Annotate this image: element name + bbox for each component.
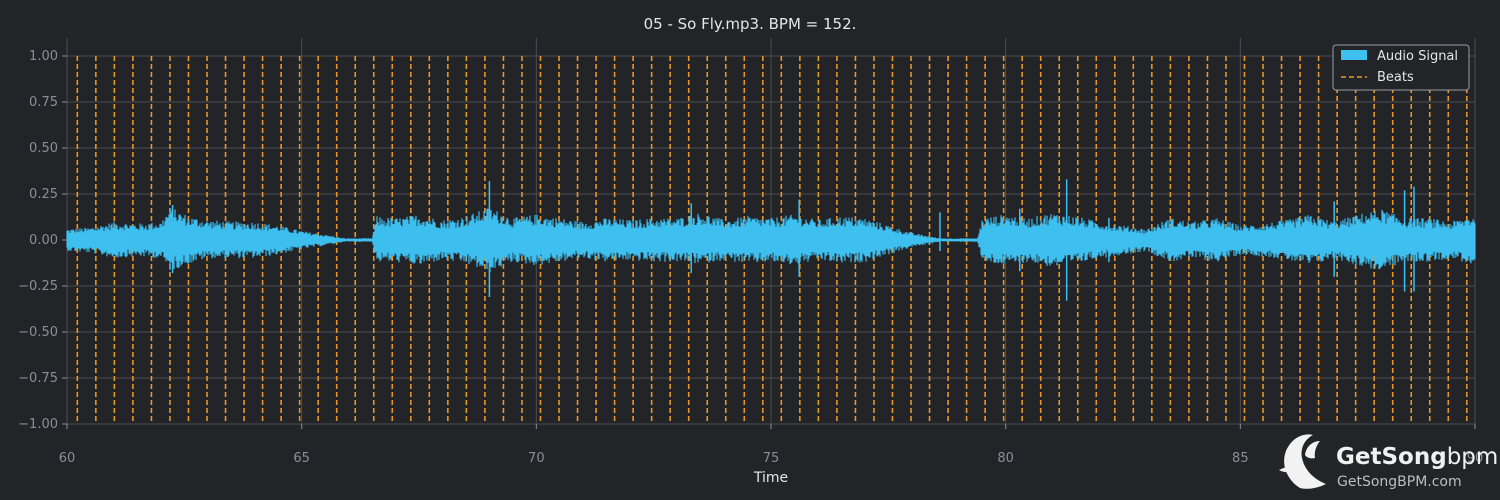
y-tick-label: 0.00 [29, 233, 58, 248]
y-tick-label: 0.75 [29, 95, 58, 110]
y-tick-label: −1.00 [18, 417, 58, 432]
x-tick-label: 60 [59, 451, 76, 466]
y-axis-ticks: 1.00 0.75 0.50 0.25 0.00 −0.25 −0.50 −0.75 −1.00 [18, 49, 67, 432]
y-tick-label: 0.25 [29, 187, 58, 202]
legend-audio-label: Audio Signal [1377, 49, 1458, 64]
watermark-url: GetSongBPM.com [1337, 474, 1462, 490]
legend-beats-label: Beats [1377, 70, 1414, 85]
waveform-chart: 05 - So Fly.mp3. BPM = 152. 1.00 0.75 0.50… [18, 15, 1498, 490]
y-tick-label: 0.50 [29, 141, 58, 156]
legend-audio-swatch [1341, 50, 1367, 60]
x-tick-label: 70 [528, 451, 545, 466]
x-axis-label: Time [753, 470, 788, 486]
x-tick-label: 80 [997, 451, 1014, 466]
y-tick-label: −0.50 [18, 325, 58, 340]
bird-logo-icon [1279, 434, 1326, 489]
chart-title: 05 - So Fly.mp3. BPM = 152. [644, 15, 857, 33]
watermark: GetSongbpm GetSongBPM.com [1279, 434, 1498, 490]
x-axis-ticks: 60 65 70 75 80 85 90 [59, 424, 1483, 466]
y-tick-label: −0.25 [18, 279, 58, 294]
legend: Audio Signal Beats [1332, 44, 1470, 91]
x-tick-label: 65 [293, 451, 310, 466]
y-tick-label: 1.00 [29, 49, 58, 64]
x-tick-label: 85 [1232, 451, 1249, 466]
y-tick-label: −0.75 [18, 371, 58, 386]
x-tick-label: 75 [763, 451, 780, 466]
watermark-brand: GetSongbpm [1336, 444, 1498, 470]
